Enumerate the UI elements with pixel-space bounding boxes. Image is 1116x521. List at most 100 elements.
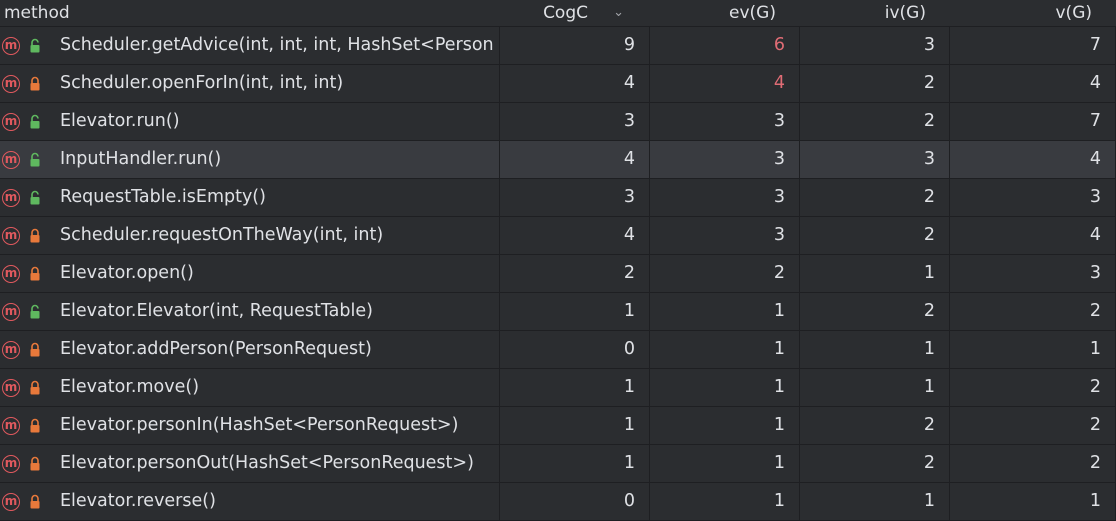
v-cell: 4 bbox=[950, 141, 1116, 179]
cogc-cell: 0 bbox=[500, 331, 650, 369]
v-cell: 2 bbox=[950, 369, 1116, 407]
method-cell[interactable]: m Elevator.open() bbox=[0, 255, 500, 293]
cogc-cell: 9 bbox=[500, 27, 650, 65]
method-name: Elevator.run() bbox=[60, 111, 180, 131]
private-lock-icon bbox=[30, 228, 40, 242]
ev-cell: 2 bbox=[650, 255, 800, 293]
ev-cell: 3 bbox=[650, 103, 800, 141]
v-cell: 2 bbox=[950, 407, 1116, 445]
v-cell: 4 bbox=[950, 217, 1116, 255]
iv-cell: 2 bbox=[800, 407, 950, 445]
method-icon: m bbox=[2, 416, 20, 435]
private-lock-icon bbox=[30, 456, 40, 470]
ev-cell: 4 bbox=[650, 65, 800, 103]
cogc-cell: 2 bbox=[500, 255, 650, 293]
method-name: InputHandler.run() bbox=[60, 149, 222, 169]
public-unlock-icon bbox=[30, 152, 40, 166]
v-cell: 2 bbox=[950, 293, 1116, 331]
iv-cell: 2 bbox=[800, 179, 950, 217]
method-cell[interactable]: m Elevator.move() bbox=[0, 369, 500, 407]
method-icon: m bbox=[2, 264, 20, 283]
method-icon: m bbox=[2, 378, 20, 397]
method-name: Elevator.move() bbox=[60, 377, 200, 397]
iv-cell: 2 bbox=[800, 445, 950, 483]
cogc-cell: 4 bbox=[500, 217, 650, 255]
ev-cell: 1 bbox=[650, 445, 800, 483]
private-lock-icon bbox=[30, 342, 40, 356]
v-cell: 7 bbox=[950, 103, 1116, 141]
column-header-ev[interactable]: ev(G) bbox=[650, 0, 800, 27]
column-header-iv[interactable]: iv(G) bbox=[800, 0, 950, 27]
method-icon: m bbox=[2, 74, 20, 93]
iv-cell: 2 bbox=[800, 103, 950, 141]
metrics-table: method CogC ⌄ ev(G) iv(G) v(G) m Schedule… bbox=[0, 0, 1116, 521]
v-cell: 3 bbox=[950, 255, 1116, 293]
ev-cell: 1 bbox=[650, 331, 800, 369]
private-lock-icon bbox=[30, 266, 40, 280]
public-unlock-icon bbox=[30, 38, 40, 52]
method-cell[interactable]: m Elevator.addPerson(PersonRequest) bbox=[0, 331, 500, 369]
v-cell: 3 bbox=[950, 179, 1116, 217]
method-name: Elevator.personIn(HashSet<PersonRequest>… bbox=[60, 415, 459, 435]
iv-cell: 1 bbox=[800, 483, 950, 521]
column-header-method[interactable]: method bbox=[0, 0, 500, 27]
method-icon: m bbox=[2, 188, 20, 207]
ev-cell: 1 bbox=[650, 483, 800, 521]
method-cell[interactable]: m Scheduler.requestOnTheWay(int, int) bbox=[0, 217, 500, 255]
method-name: Elevator.open() bbox=[60, 263, 194, 283]
method-name: Elevator.addPerson(PersonRequest) bbox=[60, 339, 372, 359]
iv-cell: 2 bbox=[800, 65, 950, 103]
v-cell: 7 bbox=[950, 27, 1116, 65]
method-cell[interactable]: m InputHandler.run() bbox=[0, 141, 500, 179]
private-lock-icon bbox=[30, 494, 40, 508]
v-cell: 4 bbox=[950, 65, 1116, 103]
ev-cell: 6 bbox=[650, 27, 800, 65]
cogc-cell: 3 bbox=[500, 179, 650, 217]
method-cell[interactable]: m RequestTable.isEmpty() bbox=[0, 179, 500, 217]
method-cell[interactable]: m Elevator.personIn(HashSet<PersonRequest… bbox=[0, 407, 500, 445]
method-icon: m bbox=[2, 340, 20, 359]
chevron-down-icon[interactable]: ⌄ bbox=[613, 0, 624, 26]
cogc-cell: 1 bbox=[500, 293, 650, 331]
iv-cell: 3 bbox=[800, 141, 950, 179]
method-name: Elevator.personOut(HashSet<PersonRequest… bbox=[60, 453, 474, 473]
cogc-cell: 1 bbox=[500, 445, 650, 483]
iv-cell: 1 bbox=[800, 369, 950, 407]
cogc-cell: 1 bbox=[500, 407, 650, 445]
column-header-v[interactable]: v(G) bbox=[950, 0, 1116, 27]
iv-cell: 2 bbox=[800, 293, 950, 331]
private-lock-icon bbox=[30, 380, 40, 394]
column-header-cogc[interactable]: CogC ⌄ bbox=[500, 0, 650, 27]
method-name: Elevator.Elevator(int, RequestTable) bbox=[60, 301, 373, 321]
method-cell[interactable]: m Elevator.Elevator(int, RequestTable) bbox=[0, 293, 500, 331]
method-icon: m bbox=[2, 302, 20, 321]
method-icon: m bbox=[2, 226, 20, 245]
method-cell[interactable]: m Scheduler.getAdvice(int, int, int, Hash… bbox=[0, 27, 500, 65]
v-cell: 1 bbox=[950, 331, 1116, 369]
cogc-cell: 0 bbox=[500, 483, 650, 521]
ev-cell: 3 bbox=[650, 179, 800, 217]
ev-cell: 1 bbox=[650, 293, 800, 331]
v-cell: 2 bbox=[950, 445, 1116, 483]
private-lock-icon bbox=[30, 418, 40, 432]
iv-cell: 1 bbox=[800, 331, 950, 369]
public-unlock-icon bbox=[30, 190, 40, 204]
public-unlock-icon bbox=[30, 304, 40, 318]
method-name: Scheduler.getAdvice(int, int, int, HashS… bbox=[60, 35, 494, 55]
private-lock-icon bbox=[30, 76, 40, 90]
method-cell[interactable]: m Elevator.personOut(HashSet<PersonReques… bbox=[0, 445, 500, 483]
method-icon: m bbox=[2, 150, 20, 169]
method-cell[interactable]: m Elevator.run() bbox=[0, 103, 500, 141]
method-name: Scheduler.requestOnTheWay(int, int) bbox=[60, 225, 384, 245]
ev-cell: 1 bbox=[650, 369, 800, 407]
method-name: RequestTable.isEmpty() bbox=[60, 187, 266, 207]
method-icon: m bbox=[2, 112, 20, 131]
cogc-cell: 4 bbox=[500, 141, 650, 179]
method-cell[interactable]: m Scheduler.openForIn(int, int, int) bbox=[0, 65, 500, 103]
cogc-cell: 4 bbox=[500, 65, 650, 103]
v-cell: 1 bbox=[950, 483, 1116, 521]
method-cell[interactable]: m Elevator.reverse() bbox=[0, 483, 500, 521]
iv-cell: 3 bbox=[800, 27, 950, 65]
iv-cell: 1 bbox=[800, 255, 950, 293]
method-icon: m bbox=[2, 492, 20, 511]
